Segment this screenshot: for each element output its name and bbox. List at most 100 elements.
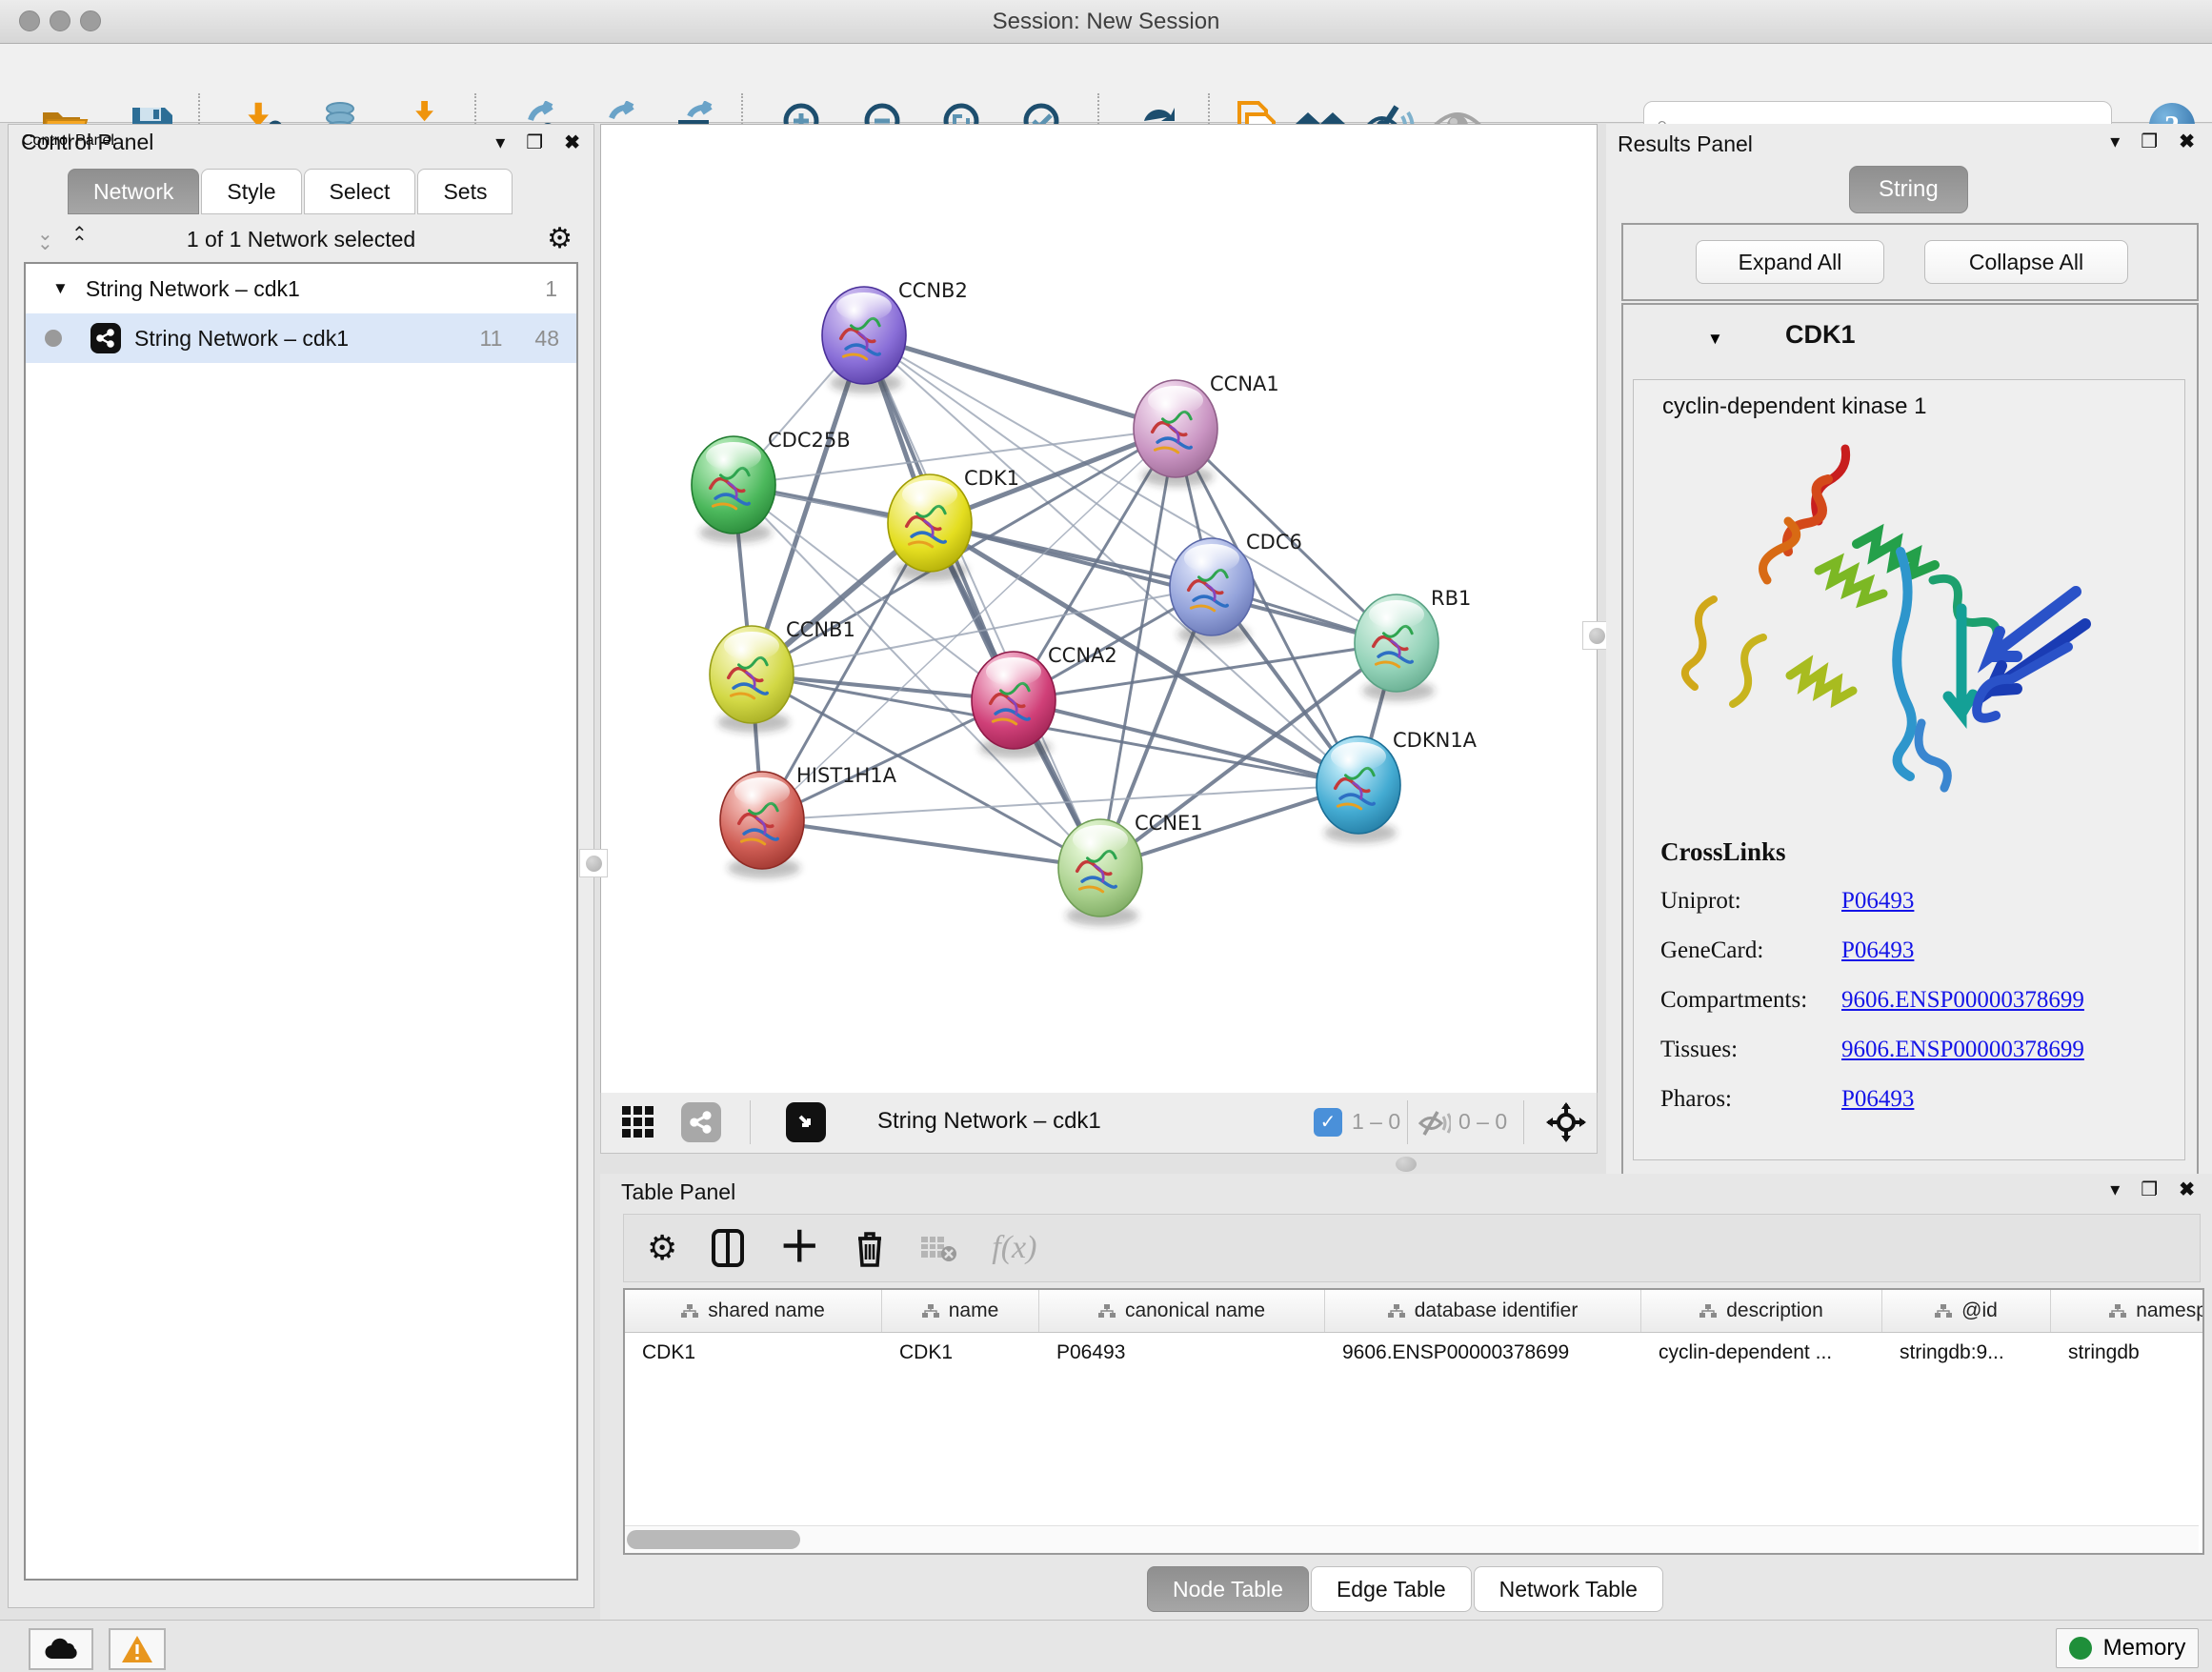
panel-float-icon[interactable]: ❐ [526,131,543,154]
tab-select[interactable]: Select [304,169,416,214]
network-edge-CCNE1-HIST1H1A[interactable] [762,820,1100,868]
network-canvas[interactable]: CCNB2CCNA1CDC25BCDK1CDC6RB1CCNB1CCNA2CDK… [600,124,1598,1094]
tab-network-table[interactable]: Network Table [1474,1566,1663,1612]
node-label-CDC6: CDC6 [1246,531,1302,554]
column-type-icon [2109,1303,2126,1319]
crosslink-row: Compartments:9606.ENSP00000378699 [1660,987,2184,1014]
network-node-RB1[interactable]: RB1 [1355,587,1471,701]
node-label-CCNE1: CCNE1 [1135,812,1203,835]
panel-close-icon[interactable]: ✖ [2179,130,2195,153]
column-header-shared-name[interactable]: shared name [625,1290,882,1332]
column-header-name[interactable]: name [882,1290,1039,1332]
gene-description: cyclin-dependent kinase 1 [1662,393,2184,420]
delete-table-icon-disabled [919,1233,957,1263]
tab-edge-table[interactable]: Edge Table [1311,1566,1472,1612]
tab-network[interactable]: Network [68,169,199,214]
crosslink-row: Pharos:P06493 [1660,1086,2184,1113]
birds-eye-view-icon[interactable] [786,1102,826,1142]
bottom-splitter-handle[interactable] [1396,1157,1417,1172]
column-header-namespace[interactable]: namespace [2051,1290,2204,1332]
left-splitter-handle[interactable] [579,849,608,877]
table-cell[interactable]: CDK1 [625,1341,882,1364]
table-tabs: Node TableEdge TableNetwork Table [600,1566,2212,1612]
tab-sets[interactable]: Sets [417,169,513,214]
network-edge-CCNB2-CCNE1[interactable] [864,335,1100,868]
minimize-window-icon[interactable] [50,10,70,31]
scrollbar-thumb[interactable] [627,1530,800,1549]
network-node-CCNB1[interactable]: CCNB1 [710,618,855,733]
cloud-status-button[interactable] [29,1628,93,1670]
collapse-all-chevron-icon[interactable]: ⌄⌄ [37,230,50,249]
crosslink-link[interactable]: P06493 [1841,937,1914,964]
column-header-@id[interactable]: @id [1882,1290,2051,1332]
column-header-database-identifier[interactable]: database identifier [1325,1290,1641,1332]
pan-crosshair-icon[interactable] [1546,1102,1586,1142]
network-node-CDKN1A[interactable]: CDKN1A [1317,729,1478,843]
network-node-CDC25B[interactable]: CDC25B [692,429,851,543]
results-button-box: Expand All Collapse All [1621,223,2199,301]
node-label-CCNA1: CCNA1 [1210,373,1279,395]
table-horizontal-scrollbar[interactable] [625,1525,2199,1553]
toolbar-separator [1407,1100,1408,1144]
warning-button[interactable] [109,1628,166,1670]
table-row[interactable]: CDK1CDK1P064939606.ENSP00000378699cyclin… [625,1333,2204,1373]
network-node-CCNB2[interactable]: CCNB2 [822,279,968,393]
table-cell[interactable]: stringdb:9... [1882,1341,2051,1364]
table-cell[interactable]: cyclin-dependent ... [1641,1341,1882,1364]
network-node-CCNE1[interactable]: CCNE1 [1058,812,1203,926]
results-panel-title: Results Panel [1618,131,1753,157]
tab-style[interactable]: Style [201,169,301,214]
panel-close-icon[interactable]: ✖ [2179,1178,2195,1201]
network-node-CCNA1[interactable]: CCNA1 [1134,373,1279,487]
panel-float-icon[interactable]: ❐ [2141,1178,2158,1201]
table-cell[interactable]: 9606.ENSP00000378699 [1325,1341,1641,1364]
memory-button[interactable]: Memory [2056,1628,2199,1668]
network-current-dot-icon [45,330,62,347]
crosslink-label: Compartments: [1660,987,1841,1014]
network-options-gear-icon[interactable]: ⚙ [547,225,573,253]
tab-node-table[interactable]: Node Table [1147,1566,1309,1612]
network-row-selected[interactable]: String Network – cdk1 11 48 [26,313,576,363]
crosslink-link[interactable]: P06493 [1841,888,1914,915]
table-cell[interactable]: CDK1 [882,1341,1039,1364]
table-panel: Table Panel ▾ ❐ ✖ ⚙ ＋ [600,1174,2212,1620]
close-window-icon[interactable] [19,10,40,31]
network-node-CDC6[interactable]: CDC6 [1170,531,1302,645]
section-collapse-icon[interactable]: ▼ [1707,330,1723,349]
panel-float-icon[interactable]: ❐ [2141,130,2158,153]
collection-expand-icon[interactable]: ▼ [52,279,69,298]
node-label-CDK1: CDK1 [964,467,1019,490]
panel-menu-icon[interactable]: ▾ [2110,1178,2120,1201]
table-cell[interactable]: P06493 [1039,1341,1325,1364]
table-settings-gear-icon[interactable]: ⚙ [647,1231,677,1265]
panel-menu-icon[interactable]: ▾ [495,131,505,154]
panel-menu-icon[interactable]: ▾ [2110,130,2120,153]
network-edge-count: 48 [534,326,559,352]
expand-all-chevron-icon[interactable]: ⌃⌃ [71,230,85,249]
grid-view-icon[interactable] [620,1104,656,1140]
panel-close-icon[interactable]: ✖ [564,131,580,154]
network-share-icon[interactable] [681,1102,721,1142]
expand-all-button[interactable]: Expand All [1696,240,1884,284]
table-header-row: shared namenamecanonical namedatabase id… [625,1290,2204,1333]
node-label-CCNB2: CCNB2 [898,279,968,302]
network-node-HIST1H1A[interactable]: HIST1H1A [720,764,897,878]
hidden-eye-icon[interactable] [1418,1110,1451,1137]
selected-checkbox-icon[interactable]: ✓ [1314,1108,1342,1137]
crosslink-link[interactable]: P06493 [1841,1086,1914,1113]
collapse-all-button[interactable]: Collapse All [1924,240,2128,284]
network-edge-CDK1-RB1[interactable] [930,523,1397,643]
add-column-icon[interactable]: ＋ [778,1229,820,1267]
network-edge-CCNB2-CCNA1[interactable] [864,335,1176,429]
show-columns-icon[interactable] [712,1229,744,1267]
crosslink-link[interactable]: 9606.ENSP00000378699 [1841,987,2084,1014]
table-cell[interactable]: stringdb [2051,1341,2204,1364]
crosslink-link[interactable]: 9606.ENSP00000378699 [1841,1037,2084,1063]
delete-column-icon[interactable] [855,1229,885,1267]
tab-string[interactable]: String [1849,166,1968,213]
column-header-description[interactable]: description [1641,1290,1882,1332]
column-header-canonical-name[interactable]: canonical name [1039,1290,1325,1332]
node-label-CCNB1: CCNB1 [786,618,855,641]
network-collection-row[interactable]: ▼ String Network – cdk1 1 [26,264,576,313]
maximize-window-icon[interactable] [80,10,101,31]
